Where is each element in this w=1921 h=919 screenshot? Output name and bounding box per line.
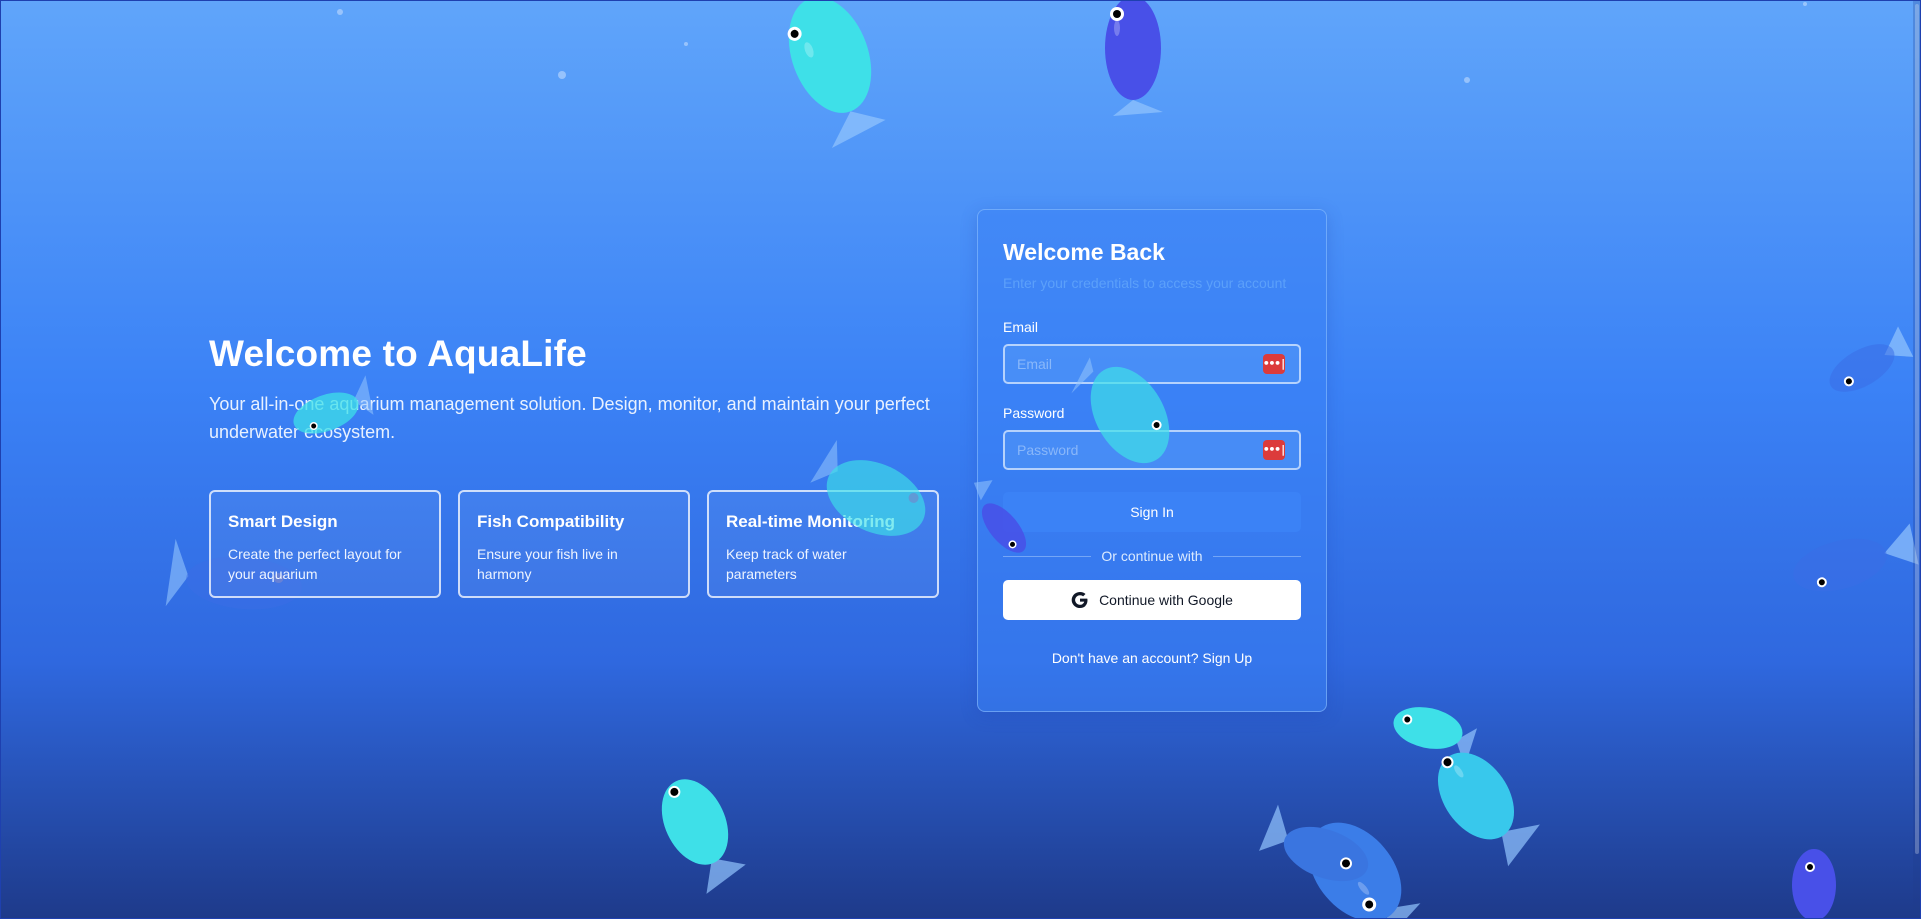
fish-icon <box>1792 849 1836 919</box>
feature-description: Keep track of water parameters <box>726 546 847 582</box>
bubble-icon <box>684 42 688 46</box>
scrollbar-thumb[interactable] <box>1915 4 1919 854</box>
login-subtitle: Enter your credentials to access your ac… <box>1003 275 1287 291</box>
divider-line <box>1212 555 1302 557</box>
signup-prompt-text: Don't have an account? <box>1051 650 1199 666</box>
signup-link[interactable]: Sign Up <box>1202 650 1252 666</box>
bubble-icon <box>1464 77 1470 83</box>
hero-subtitle: Your all-in-one aquarium management solu… <box>209 394 930 442</box>
bubble-icons <box>337 2 1807 83</box>
login-title: Welcome Back <box>1003 239 1165 265</box>
window-scrollbar[interactable] <box>1913 0 1921 919</box>
password-label: Password <box>1003 405 1065 421</box>
fish-icon <box>1105 0 1163 116</box>
feature-title: Fish Compatibility <box>477 512 625 531</box>
divider-text: Or continue with <box>1101 548 1203 564</box>
fish-icon <box>1829 326 1914 392</box>
fish-icon <box>1793 523 1919 592</box>
hero-title: Welcome to AquaLife <box>209 333 587 374</box>
email-field[interactable] <box>1003 344 1301 384</box>
google-logo-icon <box>1071 592 1088 608</box>
feature-card-real-time-monitoring: Real-time Monitoring Keep track of water… <box>707 490 939 598</box>
feature-title: Real-time Monitoring <box>726 512 896 531</box>
login-card: Welcome Back Enter your credentials to a… <box>977 209 1327 712</box>
fish-icon <box>661 779 746 894</box>
password-manager-icon[interactable]: •••| <box>1263 354 1287 374</box>
password-manager-icon[interactable]: •••| <box>1263 440 1287 460</box>
sign-in-button[interactable]: Sign In <box>1003 492 1301 532</box>
email-label: Email <box>1003 319 1039 335</box>
google-sign-in-button[interactable]: Continue with Google <box>1003 580 1301 620</box>
bubble-icon <box>337 9 343 15</box>
hero-section: Welcome to AquaLife Your all-in-one aqua… <box>209 332 949 598</box>
email-field-wrapper: •••| <box>1003 344 1301 384</box>
feature-card-smart-design: Smart Design Create the perfect layout f… <box>209 490 441 598</box>
google-button-label: Continue with Google <box>1099 592 1233 608</box>
divider: Or continue with <box>1003 548 1302 564</box>
fish-icon <box>787 0 886 148</box>
bubble-icon <box>1803 2 1807 6</box>
feature-description: Create the perfect layout for your aquar… <box>228 546 402 582</box>
feature-description: Ensure your fish live in harmony <box>477 546 618 582</box>
password-field[interactable] <box>1003 430 1301 470</box>
feature-card-fish-compatibility: Fish Compatibility Ensure your fish live… <box>458 490 690 598</box>
password-field-wrapper: •••| <box>1003 430 1301 470</box>
feature-title: Smart Design <box>228 512 338 531</box>
feature-list: Smart Design Create the perfect layout f… <box>209 490 949 598</box>
fish-icon <box>1437 752 1540 867</box>
signup-prompt: Don't have an account? Sign Up <box>1003 650 1301 666</box>
divider-line <box>1003 555 1092 557</box>
bubble-icon <box>558 71 566 79</box>
